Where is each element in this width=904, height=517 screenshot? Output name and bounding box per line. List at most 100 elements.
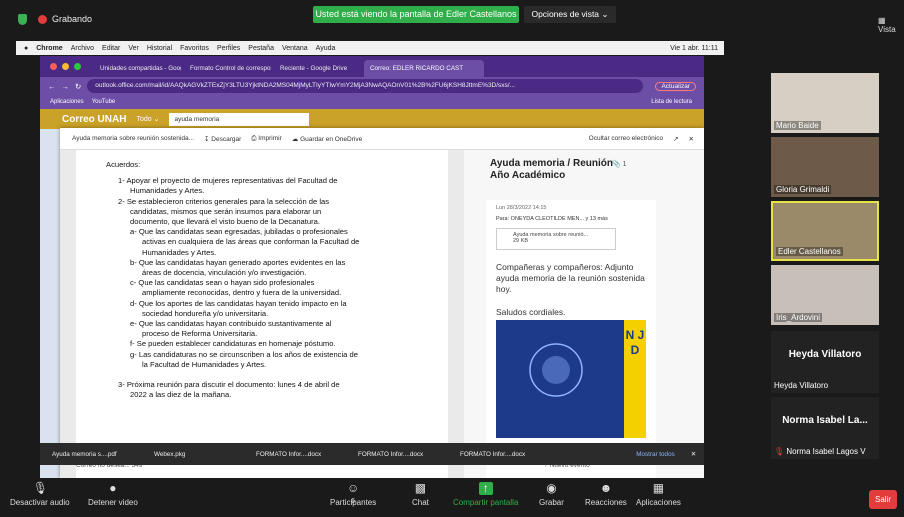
record-icon: ◉ — [546, 481, 557, 495]
menu-favoritos[interactable]: Favoritos — [180, 45, 209, 52]
recording-icon — [38, 15, 47, 24]
hide-email-button[interactable]: Ocultar correo electrónico — [589, 135, 663, 142]
reactions-label: Reacciones — [585, 498, 627, 507]
gallery-view-button[interactable]: ▦ Vista — [878, 16, 904, 34]
tab-control-correspondence[interactable]: Formato Control de correspon — [184, 60, 271, 77]
update-button[interactable]: Actualizar — [655, 81, 696, 91]
tab-outlook-mail[interactable]: Correo: EDLER RICARDO CAST — [364, 60, 484, 77]
participant-video[interactable]: Gloria Grimaldi — [771, 137, 879, 197]
download-item[interactable]: Ayuda memoria s....pdf — [52, 451, 144, 458]
download-item[interactable]: FORMATO Infor....docx — [358, 451, 450, 458]
document-pane[interactable]: Acuerdos: 1- Apoyar el proyecto de mujere… — [60, 150, 464, 478]
document-line: b- Que las candidatas hayan generado apo… — [130, 257, 346, 267]
menu-pestana[interactable]: Pestaña — [248, 45, 274, 52]
participant-video[interactable]: Iris_Ardovini — [771, 265, 879, 325]
apps-label: Aplicaciones — [636, 498, 681, 507]
close-viewer-icon[interactable]: ✕ — [689, 135, 704, 143]
bookmark-apps[interactable]: Aplicaciones — [50, 99, 84, 105]
record-label: Grabar — [539, 498, 564, 507]
participant-name: Heyda Villatoro — [774, 381, 829, 390]
download-button[interactable]: ↧ Descargar — [204, 135, 241, 143]
participant-video[interactable]: Mario Baide — [771, 73, 879, 133]
mute-button[interactable]: 🎙 Desactivar audio — [10, 482, 70, 508]
url-input[interactable]: outlook.office.com/mail/id/AAQkAGVkZTExZ… — [87, 79, 644, 93]
document-line: 3- Próxima reunión para discutir el docu… — [118, 380, 340, 390]
chat-icon: ▩ — [414, 481, 427, 495]
attachment-count-value: 1 — [622, 161, 627, 168]
document-line: Acuerdos: — [106, 160, 141, 169]
participant-big-name: Norma Isabel La... — [782, 415, 868, 426]
back-icon[interactable]: ← — [48, 82, 56, 91]
chat-button[interactable]: ▩ Chat — [412, 481, 429, 508]
forward-icon[interactable]: → — [62, 82, 70, 91]
attachment-viewer: Ayuda memoria sobre reunión sostenida...… — [60, 128, 704, 478]
document-page: Acuerdos: 1- Apoyar el proyecto de mujere… — [76, 150, 448, 478]
app-name[interactable]: Correo UNAH — [62, 114, 126, 125]
tab-shared-drives[interactable]: Unidades compartidas - Goog — [94, 60, 181, 77]
participants-label: Participantes — [330, 498, 377, 507]
menu-ventana[interactable]: Ventana — [282, 45, 308, 52]
reaction-icon: ☻ — [599, 481, 613, 495]
minimize-window-icon[interactable] — [62, 63, 69, 70]
attachment-chip[interactable]: Ayuda memoria sobre reunió... 29 KB — [496, 228, 616, 250]
chat-label: Chat — [412, 498, 429, 507]
document-line: d- Que los aportes de las candidatas hay… — [130, 298, 347, 308]
filter-dropdown[interactable]: Todo ⌄ — [136, 115, 159, 123]
search-input[interactable]: ayuda memoria — [169, 112, 310, 126]
menu-perfiles[interactable]: Perfiles — [217, 45, 240, 52]
attachment-count[interactable]: 📎 1 — [612, 160, 627, 168]
camera-icon: ● — [109, 481, 117, 495]
document-line: 2- Se establecieron criterios generales … — [118, 196, 330, 206]
menu-chrome[interactable]: Chrome — [36, 45, 62, 52]
menu-ayuda[interactable]: Ayuda — [316, 45, 336, 52]
download-label: Descargar — [211, 135, 242, 143]
close-window-icon[interactable] — [50, 63, 57, 70]
save-label: Guardar en OneDrive — [300, 135, 363, 143]
download-item[interactable]: FORMATO Infor....docx — [256, 451, 348, 458]
share-screen-button[interactable]: ↑ Compartir pantalla — [453, 482, 519, 508]
view-options-button[interactable]: Opciones de vista ⌄ — [524, 6, 616, 23]
recipients[interactable]: Para: ONEYDA CLEOTILDE MEN... y 13 más — [496, 216, 608, 222]
bookmark-youtube[interactable]: YouTube — [92, 99, 116, 105]
apps-button[interactable]: ▦ Aplicaciones — [636, 482, 681, 508]
menu-editar[interactable]: Editar — [102, 45, 120, 52]
apple-icon[interactable]: ● — [24, 45, 28, 52]
leave-button[interactable]: Salir — [869, 490, 897, 509]
maximize-window-icon[interactable] — [74, 63, 81, 70]
print-label: Imprimir — [258, 134, 282, 142]
download-item[interactable]: FORMATO Infor....docx — [460, 451, 552, 458]
tab-google-drive[interactable]: Reciente - Google Drive — [274, 60, 361, 77]
outlook-left-rail — [40, 129, 62, 478]
print-button[interactable]: ⎙ Imprimir — [251, 135, 281, 143]
document-line: f- Se pueden establecer candidaturas en … — [130, 339, 336, 349]
reactions-button[interactable]: ☻ Reacciones — [585, 481, 627, 508]
close-downloads-icon[interactable]: ✕ — [691, 451, 704, 458]
video-label: Detener video — [88, 498, 138, 507]
download-item[interactable]: Webex.pkg — [154, 451, 246, 458]
share-icon: ↑ — [478, 482, 493, 495]
document-line: Humanidades y Artes. — [142, 247, 217, 257]
menu-historial[interactable]: Historial — [147, 45, 172, 52]
reload-icon[interactable]: ↻ — [75, 82, 81, 91]
save-onedrive-button[interactable]: ☁ Guardar en OneDrive — [292, 135, 362, 143]
record-button[interactable]: ◉ Grabar — [539, 481, 564, 508]
participants-button[interactable]: ☺6 Participantes — [330, 482, 377, 508]
viewer-toolbar: Ayuda memoria sobre reunión sostenida...… — [60, 128, 704, 150]
participant-tile[interactable]: Heyda Villatoro Heyda Villatoro — [771, 331, 879, 393]
document-line — [106, 370, 426, 380]
document-line: ampliamente reconocidas, dentro y fuera … — [142, 288, 342, 298]
security-shield-icon[interactable] — [18, 14, 27, 25]
share-label: Compartir pantalla — [453, 498, 519, 507]
active-speaker-video[interactable]: Edler Castellanos — [771, 201, 879, 261]
expand-icon[interactable]: ↗ — [673, 135, 678, 143]
document-line: proceso de Reforma Universitaria. — [142, 329, 258, 339]
menu-archivo[interactable]: Archivo — [71, 45, 94, 52]
menu-ver[interactable]: Ver — [128, 45, 139, 52]
document-line: activas en cualquiera de las áreas que c… — [142, 237, 360, 247]
email-body: Compañeras y compañeros: Adjunto ayuda m… — [496, 262, 645, 294]
participant-tile[interactable]: Norma Isabel La... 🎙 Norma Isabel Lagos … — [771, 397, 879, 459]
reading-list-button[interactable]: Lista de lectura — [651, 99, 704, 105]
muted-icon: 🎙 — [774, 447, 785, 456]
video-button[interactable]: ● Detener video — [88, 481, 138, 508]
show-all-downloads[interactable]: Mostrar todos — [636, 451, 681, 458]
